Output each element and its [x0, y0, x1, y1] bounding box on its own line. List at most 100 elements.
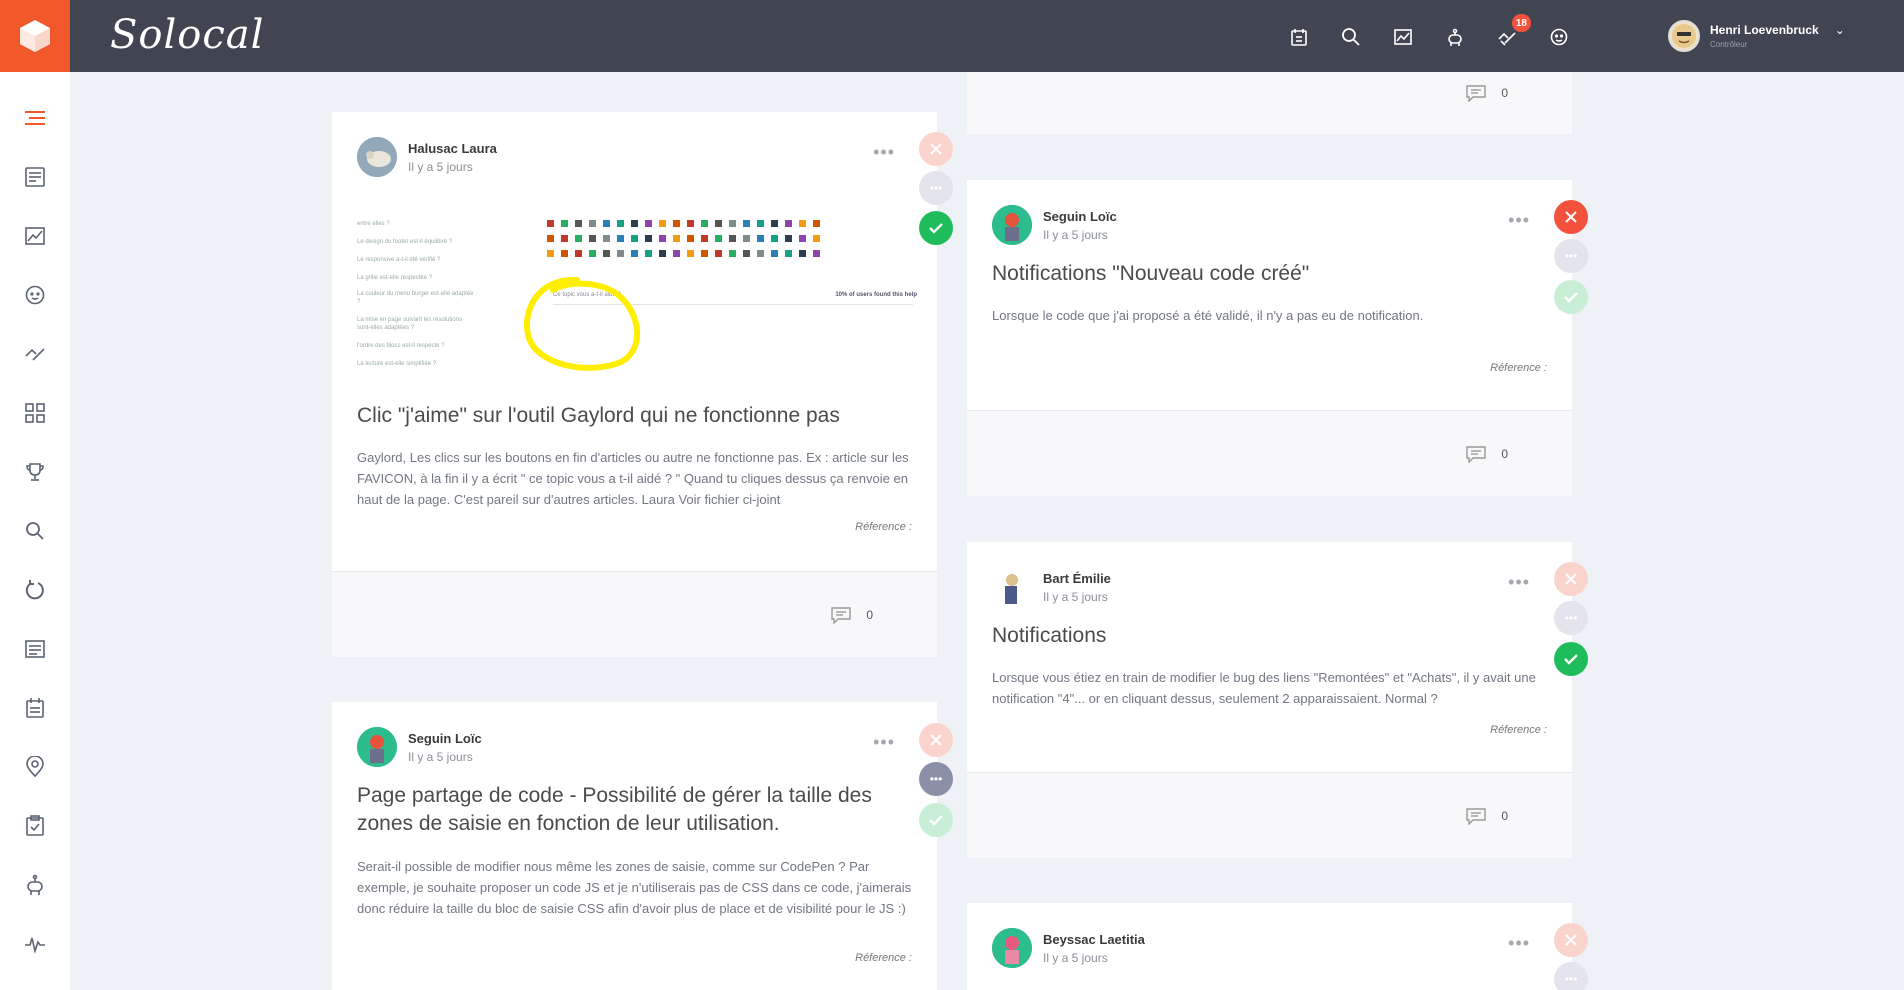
location-icon[interactable] — [21, 753, 49, 781]
ticket-title[interactable]: Clic "j'aime" sur l'outil Gaylord qui ne… — [357, 402, 840, 430]
accept-button[interactable] — [919, 803, 953, 837]
refresh-icon[interactable] — [21, 576, 49, 604]
favicon-swatch — [687, 220, 694, 227]
card-footer: 0 — [332, 571, 937, 657]
more-options-icon[interactable]: ••• — [1508, 572, 1530, 593]
ticket-title[interactable]: Page partage de code - Possibilité de gé… — [357, 782, 912, 838]
author-name[interactable]: Bart Émilie — [1043, 571, 1111, 586]
comment-count[interactable]: 0 — [1465, 445, 1508, 463]
more-options-icon[interactable]: ••• — [1508, 210, 1530, 231]
clipboard-check-icon[interactable] — [21, 812, 49, 840]
comment-icon — [1466, 446, 1487, 463]
favicon-swatch — [659, 250, 666, 257]
robot-icon[interactable] — [1440, 22, 1470, 52]
comment-count[interactable]: 0 — [1465, 807, 1508, 825]
ticket-title[interactable]: Notifications — [992, 622, 1106, 650]
favicon-swatch — [659, 235, 666, 242]
favicon-swatch — [687, 250, 694, 257]
ticket-card: 0 — [967, 72, 1572, 134]
favicon-swatch — [645, 235, 652, 242]
favicon-swatch — [757, 220, 764, 227]
pending-button[interactable]: ••• — [1554, 962, 1588, 990]
comment-icon — [1466, 808, 1487, 825]
face-icon[interactable] — [21, 281, 49, 309]
chart-icon[interactable] — [1388, 22, 1418, 52]
chart-icon[interactable] — [21, 222, 49, 250]
comment-count-value: 0 — [1501, 809, 1508, 823]
author-name[interactable]: Seguin Loïc — [1043, 209, 1117, 224]
hands-icon[interactable]: 18 — [1492, 14, 1531, 52]
doc-lines-icon[interactable] — [21, 635, 49, 663]
grid-icon[interactable] — [21, 399, 49, 427]
favicon-swatch — [645, 250, 652, 257]
trophy-icon[interactable] — [21, 458, 49, 486]
search-icon[interactable] — [21, 517, 49, 545]
more-options-icon[interactable]: ••• — [1508, 933, 1530, 954]
reject-button[interactable] — [1554, 562, 1588, 596]
favicon-swatch — [561, 250, 568, 257]
author-name[interactable]: Beyssac Laetitia — [1043, 932, 1145, 947]
comment-count-value: 0 — [866, 608, 873, 622]
more-options-icon[interactable]: ••• — [873, 732, 895, 753]
attachment-stat: 10% of users found this help — [835, 292, 917, 298]
chevron-down-icon[interactable]: ⌄ — [1835, 23, 1845, 37]
favicon-swatch — [561, 220, 568, 227]
hands-icon[interactable] — [21, 340, 49, 368]
pulse-icon[interactable] — [21, 930, 49, 958]
favicon-swatch — [617, 220, 624, 227]
attachment-question: Le design du footer est-il équilibré ? — [357, 239, 453, 245]
favicon-swatch — [743, 250, 750, 257]
pending-button[interactable]: ••• — [1554, 239, 1588, 273]
comment-count-value: 0 — [1501, 447, 1508, 461]
favicon-swatch — [547, 235, 554, 242]
favicon-swatch — [575, 235, 582, 242]
favicon-swatch — [617, 235, 624, 242]
robot-icon[interactable] — [21, 871, 49, 899]
favicon-swatch — [631, 235, 638, 242]
accept-button[interactable] — [1554, 280, 1588, 314]
calendar-icon[interactable] — [21, 694, 49, 722]
search-icon[interactable] — [1336, 22, 1366, 52]
sidebar — [0, 72, 70, 990]
reject-button[interactable] — [919, 723, 953, 757]
author-name[interactable]: Seguin Loïc — [408, 731, 482, 746]
more-options-icon[interactable]: ••• — [873, 142, 895, 163]
accept-button[interactable] — [1554, 642, 1588, 676]
ticket-description: Serait-il possible de modifier nous même… — [357, 859, 912, 916]
attachment-question: Le responsive a-t-il été vérifié ? — [357, 257, 441, 263]
reject-button[interactable] — [919, 132, 953, 166]
card-header: Seguin Loïc Il y a 5 jours — [992, 205, 1117, 245]
comment-icon — [1466, 85, 1487, 102]
list-icon[interactable] — [21, 104, 49, 132]
brand-name[interactable]: Solocal — [110, 12, 264, 58]
comment-count[interactable]: 0 — [830, 606, 873, 624]
avatar — [992, 205, 1032, 245]
favicon-swatch — [715, 235, 722, 242]
card-header: Beyssac Laetitia Il y a 5 jours — [992, 928, 1145, 968]
reject-button[interactable] — [1554, 923, 1588, 957]
author-name[interactable]: Halusac Laura — [408, 141, 497, 156]
document-icon[interactable] — [21, 163, 49, 191]
reference-label: Réference : — [1490, 362, 1547, 374]
user-avatar — [1668, 20, 1700, 52]
pending-button[interactable]: ••• — [919, 171, 953, 205]
favicon-swatch — [631, 250, 638, 257]
reject-button[interactable] — [1554, 200, 1588, 234]
pending-button[interactable]: ••• — [1554, 601, 1588, 635]
post-date: Il y a 5 jours — [1043, 589, 1108, 604]
ticket-title[interactable]: Notifications "Nouveau code créé" — [992, 260, 1309, 288]
user-menu[interactable]: Henri Loevenbruck Contrôleur ⌄ — [1668, 20, 1845, 52]
app-logo[interactable] — [0, 0, 70, 72]
accept-button[interactable] — [919, 211, 953, 245]
favicon-swatch — [813, 235, 820, 242]
favicon-swatch — [771, 235, 778, 242]
calendar-icon[interactable] — [1284, 22, 1314, 52]
favicon-swatch — [547, 220, 554, 227]
pending-button[interactable]: ••• — [919, 762, 953, 796]
comment-count[interactable]: 0 — [1465, 84, 1508, 102]
face-icon[interactable] — [1544, 22, 1574, 52]
favicon-swatch — [589, 250, 596, 257]
favicon-swatch — [631, 220, 638, 227]
favicon-swatch — [813, 220, 820, 227]
attachment-image[interactable]: entre elles ? Le design du footer est-il… — [357, 212, 917, 382]
